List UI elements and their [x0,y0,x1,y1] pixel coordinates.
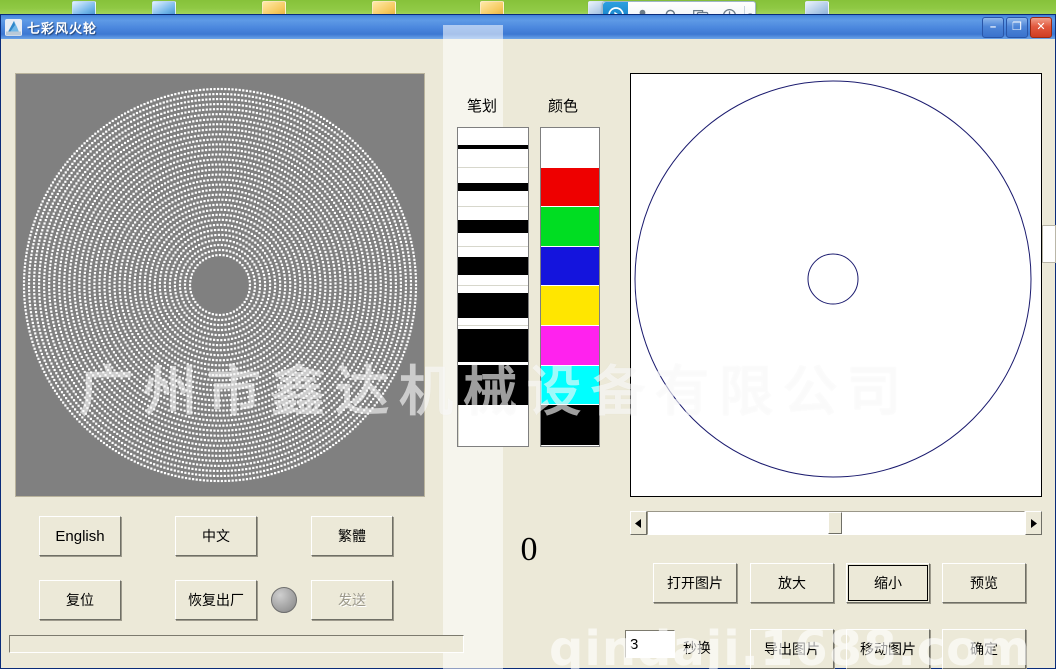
stroke-preview-stroke-7 [458,365,528,406]
color-list[interactable] [540,127,600,447]
canvas-vertical-scrollbar[interactable] [1042,225,1056,263]
color-list-label: 颜色 [548,97,579,115]
zoom-in-button[interactable]: 放大 [750,563,834,603]
stroke-item[interactable] [458,207,528,247]
color-swatch-white[interactable] [541,128,599,168]
open-image-button[interactable]: 打开图片 [653,563,737,603]
counter-value: 0 [520,531,538,568]
stroke-preview-stroke-1 [458,145,528,150]
pattern-canvas[interactable] [15,73,425,497]
color-swatch-magenta[interactable] [541,325,599,366]
stroke-item[interactable] [458,128,528,168]
status-led [271,587,297,613]
disc-horizontal-scrollbar[interactable] [630,511,1042,535]
minimize-button[interactable]: – [982,17,1004,38]
window-client-area: 笔划 颜色 0 English 中文 繁體 复位 恢复出厂 发送 打开图片 放大… [1,25,1056,669]
color-swatch-red[interactable] [541,167,599,208]
stroke-preview-stroke-5 [458,293,528,319]
stroke-item[interactable] [458,167,528,208]
color-swatch-cyan[interactable] [541,365,599,406]
title-bar[interactable]: 七彩风火轮 – ❐ ✕ [1,15,1055,39]
color-swatch-yellow[interactable] [541,286,599,326]
window-title: 七彩风火轮 [27,21,98,37]
window-controls: – ❐ ✕ [982,17,1052,38]
export-image-button[interactable]: 导出图片 [750,629,834,669]
stroke-preview-stroke-6 [458,328,528,362]
stroke-item[interactable] [458,325,528,366]
maximize-button[interactable]: ❐ [1006,17,1028,38]
english-button[interactable]: English [39,516,121,556]
close-button[interactable]: ✕ [1030,17,1052,38]
scroll-right-arrow-icon[interactable] [1025,511,1042,535]
interval-unit-label: 秒换 [683,641,711,657]
factory-reset-button[interactable]: 恢复出厂 [175,580,257,620]
scrollbar-track[interactable] [647,511,1025,535]
progress-bar [9,635,464,653]
reset-button[interactable]: 复位 [39,580,121,620]
stroke-preview-stroke-3 [458,219,528,233]
interval-input[interactable] [625,630,675,658]
scrollbar-thumb[interactable] [828,512,843,534]
send-button[interactable]: 发送 [311,580,393,620]
scroll-left-arrow-icon[interactable] [630,511,647,535]
stroke-item[interactable] [458,365,528,406]
preview-button[interactable]: 预览 [942,563,1026,603]
zoom-out-button[interactable]: 缩小 [846,563,930,603]
stroke-item[interactable] [458,246,528,287]
color-swatch-blue[interactable] [541,246,599,287]
traditional-chinese-button[interactable]: 繁體 [311,516,393,556]
app-window: 七彩风火轮 – ❐ ✕ 笔划 颜色 0 English 中文 繁體 复位 恢复出… [0,14,1056,669]
stroke-item[interactable] [458,286,528,326]
color-swatch-green[interactable] [541,207,599,247]
disc-canvas[interactable] [630,73,1042,497]
stroke-preview-stroke-2 [458,182,528,191]
screen: WPSTXTXLS [0,0,1056,669]
app-icon [5,18,22,36]
stroke-preview-stroke-4 [458,257,528,276]
move-image-button[interactable]: 移动图片 [846,629,930,669]
simplified-chinese-button[interactable]: 中文 [175,516,257,556]
color-swatch-black[interactable] [541,405,599,445]
confirm-button[interactable]: 确定 [942,629,1026,669]
stroke-list[interactable] [457,127,529,447]
stroke-list-label: 笔划 [467,97,498,115]
